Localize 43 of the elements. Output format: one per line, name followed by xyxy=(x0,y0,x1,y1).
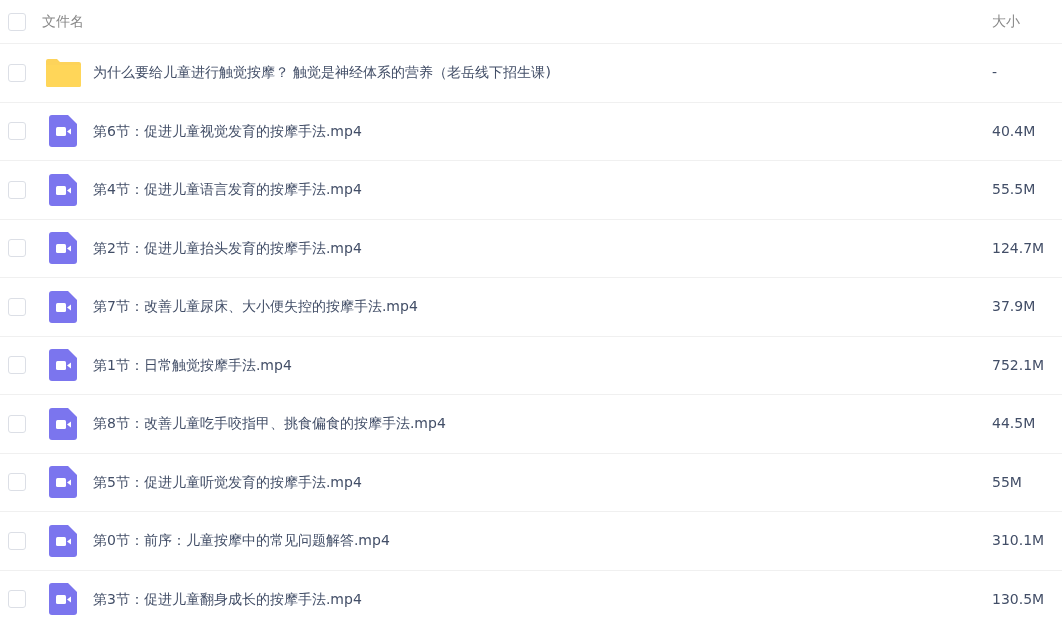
checkbox[interactable] xyxy=(8,356,26,375)
video-file-icon xyxy=(49,115,77,148)
file-size: 124.7M xyxy=(992,238,1046,258)
file-name[interactable]: 第1节：日常触觉按摩手法.mp4 xyxy=(93,354,292,376)
file-size: 55M xyxy=(992,472,1023,492)
folder-icon xyxy=(45,58,81,87)
file-size: 752.1M xyxy=(992,355,1046,375)
video-file-icon xyxy=(49,583,77,616)
file-size: - xyxy=(992,63,999,83)
video-file-icon xyxy=(49,524,77,557)
file-name[interactable]: 第4节：促进儿童语言发育的按摩手法.mp4 xyxy=(93,179,362,201)
file-name[interactable]: 第8节：改善儿童吃手咬指甲、挑食偏食的按摩手法.mp4 xyxy=(93,413,446,435)
file-name[interactable]: 第7节：改善儿童尿床、大小便失控的按摩手法.mp4 xyxy=(93,296,418,318)
checkbox[interactable] xyxy=(8,239,26,258)
video-file-icon xyxy=(49,349,77,382)
file-name[interactable]: 第3节：促进儿童翻身成长的按摩手法.mp4 xyxy=(93,588,362,610)
video-file-icon xyxy=(49,466,77,499)
checkbox[interactable] xyxy=(8,590,26,609)
checkbox[interactable] xyxy=(8,414,26,433)
column-header[interactable]: 大小 xyxy=(992,11,1062,32)
file-name[interactable]: 第5节：促进儿童听觉发育的按摩手法.mp4 xyxy=(93,471,362,493)
file-name[interactable]: 第0节：前序：儿童按摩中的常见问题解答.mp4 xyxy=(93,530,390,552)
file-name[interactable]: 第6节：促进儿童视觉发育的按摩手法.mp4 xyxy=(93,120,362,142)
file-size: 37.9M xyxy=(992,297,1037,317)
checkbox[interactable] xyxy=(8,531,26,550)
file-name[interactable]: 第2节：促进儿童抬头发育的按摩手法.mp4 xyxy=(93,237,362,259)
file-name[interactable]: 为什么要给儿童进行触觉按摩？ 触觉是神经体系的营养（老岳线下招生课) xyxy=(93,62,551,84)
video-file-icon xyxy=(49,407,77,440)
file-size: 130.5M xyxy=(992,589,1046,609)
checkbox[interactable] xyxy=(8,122,26,141)
checkbox[interactable] xyxy=(8,473,26,492)
video-file-icon xyxy=(49,232,77,265)
video-file-icon xyxy=(49,290,77,323)
checkbox[interactable] xyxy=(8,63,26,82)
checkbox[interactable] xyxy=(8,12,26,31)
checkbox[interactable] xyxy=(8,297,26,316)
column-header[interactable]: 文件名 xyxy=(42,11,84,32)
file-size: 44.5M xyxy=(992,414,1037,434)
video-file-icon xyxy=(49,173,77,206)
file-size: 310.1M xyxy=(992,531,1046,551)
file-size: 40.4M xyxy=(992,121,1037,141)
checkbox[interactable] xyxy=(8,180,26,199)
file-size: 55.5M xyxy=(992,180,1037,200)
